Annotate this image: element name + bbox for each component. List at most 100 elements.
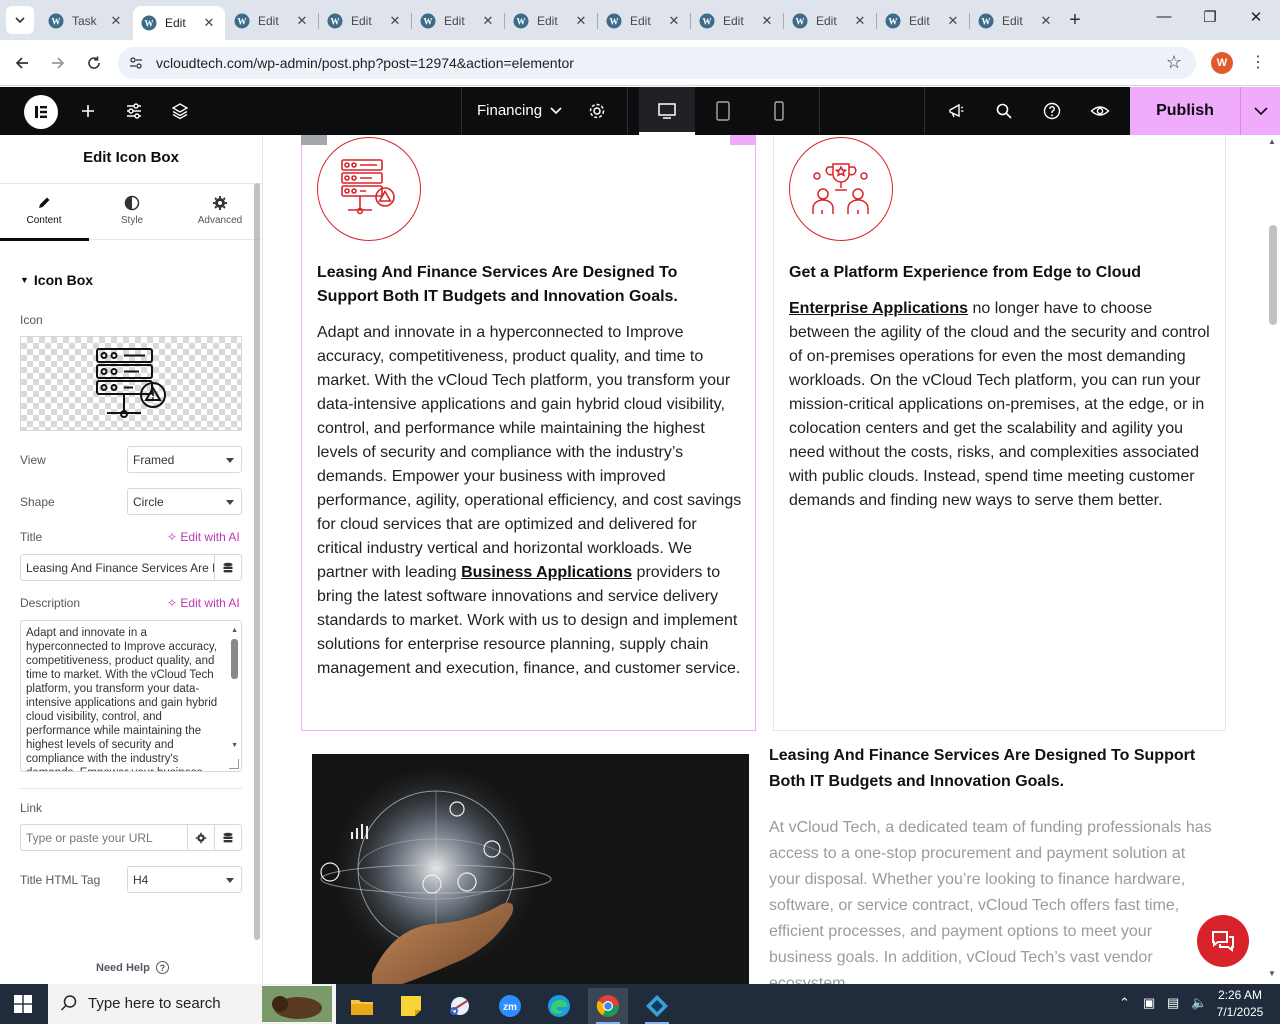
site-settings-sliders-icon[interactable]	[123, 100, 145, 122]
help-question-icon[interactable]	[1041, 100, 1063, 122]
scroll-down-icon[interactable]: ▼	[231, 739, 238, 753]
publish-button[interactable]: Publish	[1130, 87, 1240, 135]
panel-scrollbar[interactable]	[254, 183, 260, 940]
publish-options-button[interactable]	[1240, 87, 1280, 135]
icon-picker-preview[interactable]	[20, 336, 242, 431]
page-scrollbar[interactable]: ▲ ▼	[1266, 135, 1280, 984]
browser-tab[interactable]: W Edit ✕	[970, 6, 1062, 36]
close-tab-icon[interactable]: ✕	[666, 13, 682, 29]
server-warning-icon[interactable]	[317, 137, 421, 241]
taskbar-sticky-notes-icon[interactable]	[391, 988, 431, 1024]
taskbar-app-diamond-icon[interactable]	[637, 988, 677, 1024]
icon-box-card-leasing[interactable]: Leasing And Finance Services Are Designe…	[301, 135, 756, 731]
close-tab-icon[interactable]: ✕	[387, 13, 403, 29]
taskbar-clock[interactable]: 2:26 AM 7/1/2025	[1212, 987, 1268, 1021]
tablet-icon[interactable]	[712, 100, 734, 122]
browser-menu-icon[interactable]: ⋮	[1250, 52, 1266, 72]
title-input[interactable]: Leasing And Finance Services Are Designe…	[20, 554, 215, 581]
description-edit-with-ai-link[interactable]: ✧ Edit with AI	[167, 596, 240, 610]
close-tab-icon[interactable]: ✕	[294, 13, 310, 29]
browser-tab[interactable]: W Edit ✕	[598, 6, 690, 36]
tab-content[interactable]: Content	[0, 184, 89, 241]
close-window-button[interactable]: ✕	[1244, 8, 1268, 26]
close-tab-icon[interactable]: ✕	[945, 13, 961, 29]
description-textarea[interactable]: Adapt and innovate in a hyperconnected t…	[20, 620, 242, 772]
finder-search-icon[interactable]	[993, 100, 1015, 122]
close-tab-icon[interactable]: ✕	[759, 13, 775, 29]
browser-tab[interactable]: W Edit ✕	[784, 6, 876, 36]
section-handle[interactable]	[301, 135, 327, 145]
preview-eye-icon[interactable]	[1089, 100, 1111, 122]
tray-overflow-icon[interactable]: ⌃	[1119, 995, 1130, 1011]
close-tab-icon[interactable]: ✕	[852, 13, 868, 29]
new-tab-button[interactable]: +	[1064, 9, 1086, 31]
link-options-button[interactable]	[187, 824, 215, 851]
taskbar-file-explorer-icon[interactable]	[342, 988, 382, 1024]
team-trophy-icon[interactable]	[789, 137, 893, 241]
taskbar-edge-icon[interactable]	[539, 988, 579, 1024]
link-url-input[interactable]: Type or paste your URL	[20, 824, 188, 851]
notifications-megaphone-icon[interactable]	[945, 100, 967, 122]
business-applications-link[interactable]: Business Applications	[461, 564, 632, 581]
mobile-icon[interactable]	[768, 100, 790, 122]
windows-start-icon[interactable]	[14, 995, 32, 1013]
omnibox[interactable]: vcloudtech.com/wp-admin/post.php?post=12…	[118, 47, 1196, 79]
site-info-icon[interactable]	[128, 55, 144, 71]
link-dynamic-tags-button[interactable]	[214, 824, 242, 851]
minimize-button[interactable]: —	[1152, 8, 1176, 25]
browser-tab[interactable]: W Edit ✕	[319, 6, 411, 36]
close-tab-icon[interactable]: ✕	[108, 13, 124, 29]
resize-handle[interactable]	[229, 759, 239, 769]
profile-avatar[interactable]: W	[1211, 52, 1233, 74]
taskbar-search[interactable]: Type here to search	[48, 984, 336, 1024]
close-tab-icon[interactable]: ✕	[201, 15, 217, 31]
structure-layers-icon[interactable]	[169, 100, 191, 122]
page-name-dropdown[interactable]: Financing	[477, 102, 542, 119]
title-html-tag-select[interactable]: H4	[127, 866, 242, 893]
tab-style[interactable]: Style	[88, 184, 176, 240]
chevron-down-icon[interactable]	[549, 100, 563, 120]
elementor-logo-icon[interactable]	[24, 95, 58, 129]
tray-volume-icon[interactable]: 🔈	[1191, 995, 1207, 1011]
view-select[interactable]: Framed	[127, 446, 242, 473]
browser-tab[interactable]: W Edit ✕	[691, 6, 783, 36]
title-edit-with-ai-link[interactable]: ✧ Edit with AI	[167, 530, 240, 544]
scroll-up-icon[interactable]: ▲	[1268, 137, 1276, 146]
scroll-down-icon[interactable]: ▼	[1268, 969, 1276, 978]
close-tab-icon[interactable]: ✕	[573, 13, 589, 29]
page-settings-gear-icon[interactable]	[586, 100, 608, 122]
need-help-link[interactable]: Need Help ?	[96, 961, 169, 974]
add-element-icon[interactable]	[77, 100, 99, 122]
desktop-icon[interactable]	[656, 100, 678, 122]
scroll-up-icon[interactable]: ▲	[231, 624, 238, 638]
browser-tab[interactable]: W Edit ✕	[226, 6, 318, 36]
tab-search-button[interactable]	[6, 6, 34, 34]
browser-tab[interactable]: W Edit ✕	[505, 6, 597, 36]
restore-button[interactable]: ❐	[1198, 8, 1222, 26]
forward-button[interactable]	[47, 52, 69, 74]
tab-advanced[interactable]: Advanced	[176, 184, 262, 240]
browser-tab[interactable]: W Edit ✕	[133, 6, 225, 40]
textarea-scrollbar[interactable]	[231, 639, 238, 679]
enterprise-applications-link[interactable]: Enterprise Applications	[789, 300, 968, 317]
taskbar-chrome-icon[interactable]	[588, 988, 628, 1024]
browser-tab[interactable]: W Edit ✕	[412, 6, 504, 36]
widget-handle[interactable]	[730, 135, 756, 145]
close-tab-icon[interactable]: ✕	[1038, 13, 1054, 29]
icon-box-card-platform[interactable]: Get a Platform Experience from Edge to C…	[773, 135, 1226, 731]
shape-select[interactable]: Circle	[127, 488, 242, 515]
reload-button[interactable]	[83, 52, 105, 74]
tray-network-icon[interactable]: ▤	[1167, 995, 1179, 1011]
browser-tab[interactable]: W Task ✕	[40, 6, 132, 36]
tray-meet-icon[interactable]: ▣	[1143, 995, 1155, 1011]
close-tab-icon[interactable]: ✕	[480, 13, 496, 29]
taskbar-zoom-icon[interactable]: zm	[490, 988, 530, 1024]
title-dynamic-tags-button[interactable]	[214, 554, 242, 581]
browser-tab[interactable]: W Edit ✕	[877, 6, 969, 36]
url-text[interactable]: vcloudtech.com/wp-admin/post.php?post=12…	[156, 55, 574, 71]
bookmark-star-icon[interactable]: ☆	[1166, 52, 1182, 73]
taskbar-snipping-tool-icon[interactable]	[440, 988, 480, 1024]
section-toggle-icon-box[interactable]: ▼ Icon Box	[20, 272, 93, 288]
chat-button[interactable]	[1197, 915, 1249, 967]
back-button[interactable]	[11, 52, 33, 74]
